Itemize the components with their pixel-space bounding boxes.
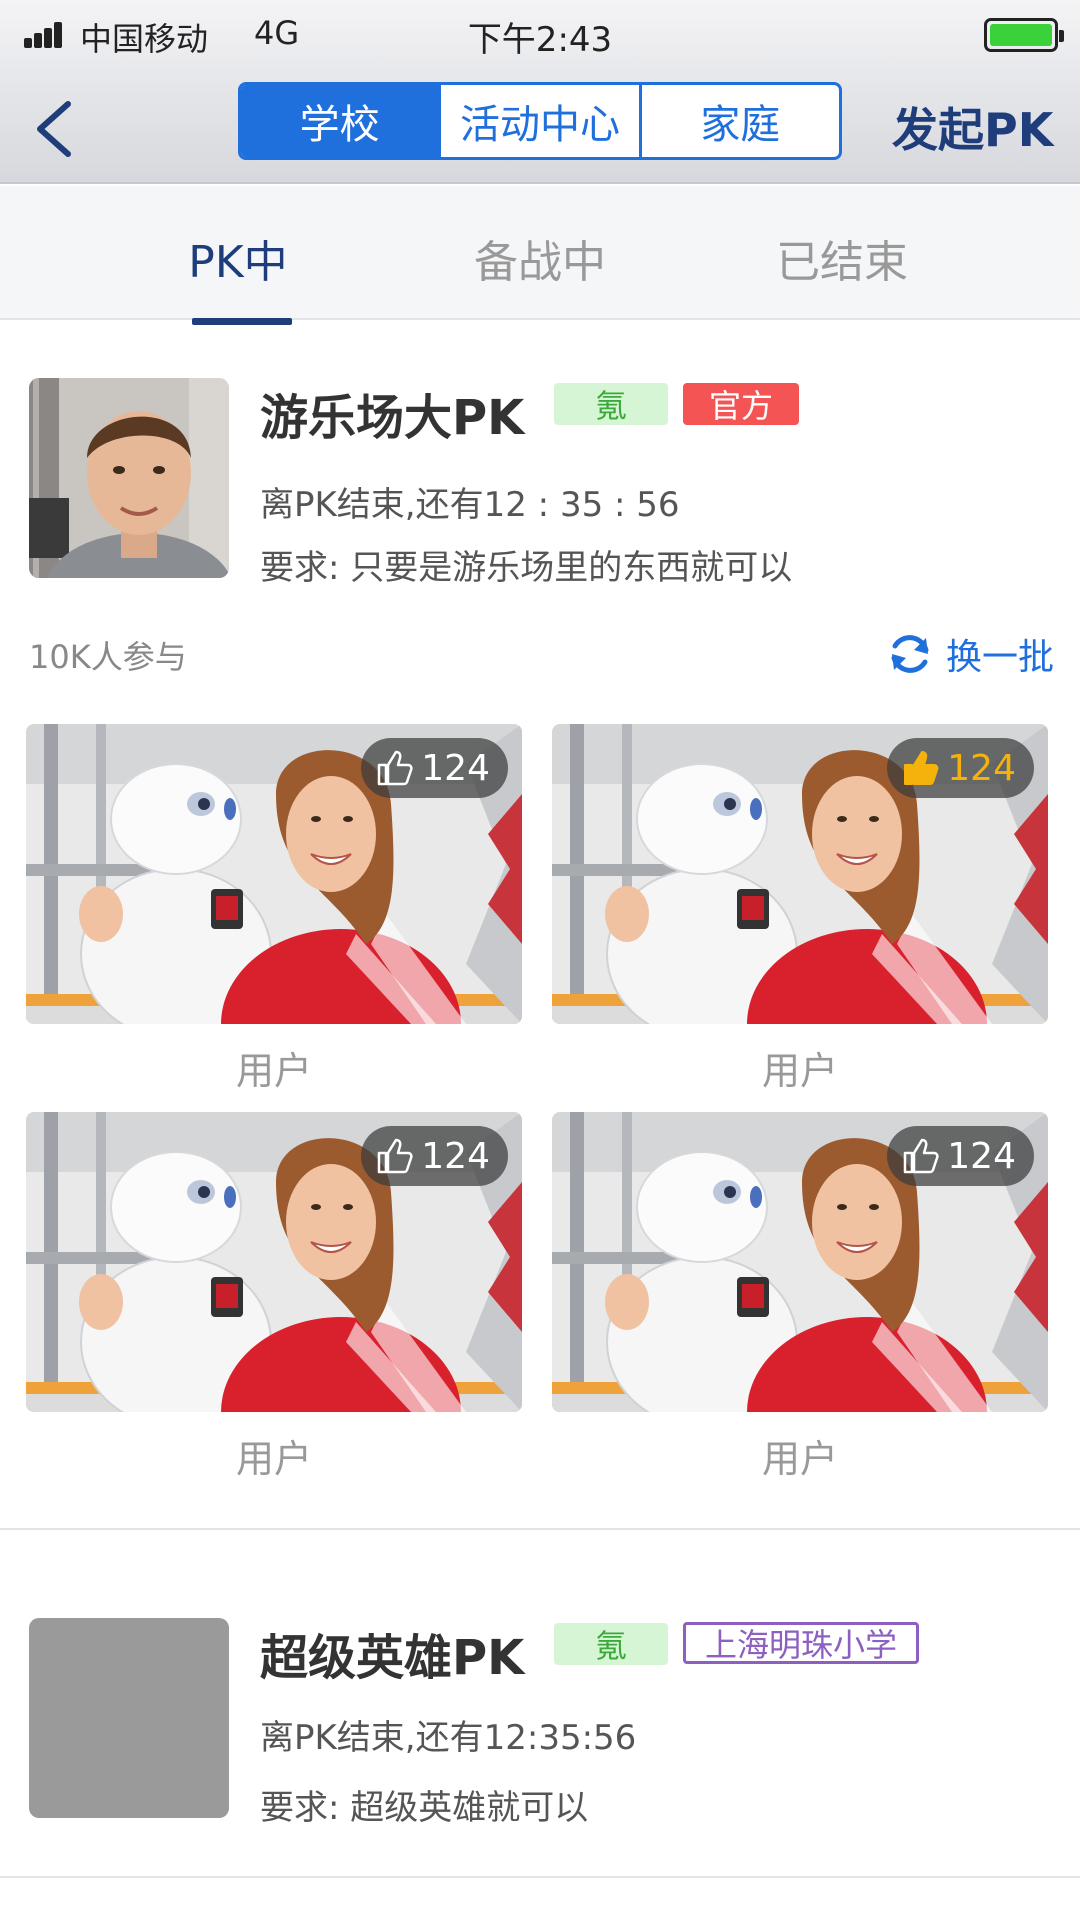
card-divider [0,1876,1080,1878]
refresh-label: 换一批 [946,637,1055,678]
tag-badge: 氪 [554,383,668,425]
entry-photo-1[interactable]: 124 [26,724,522,1024]
school-badge: 上海明珠小学 [683,1622,919,1664]
refresh-batch-button[interactable]: 换一批 [886,628,1054,680]
like-button[interactable]: 124 [361,1126,508,1186]
scope-segmented-control: 学校 活动中心 家庭 [238,82,842,160]
thumbs-up-icon [904,1138,939,1174]
like-count: 124 [421,1135,490,1177]
entry-username: 用户 [235,1437,312,1481]
countdown-text: 离PK结束,还有12:35:56 [260,1718,637,1758]
entry-username: 用户 [235,1049,312,1093]
official-badge: 官方 [683,383,799,425]
status-bar: 中国移动 4G 下午2:43 [0,0,1080,70]
like-count: 124 [947,747,1016,789]
thumbs-up-icon [378,750,413,786]
entry-username: 用户 [761,1437,838,1481]
segment-activity-center[interactable]: 活动中心 [438,85,638,157]
thumbs-up-icon [378,1138,413,1174]
tab-label: 已结束 [776,237,908,288]
participant-count: 10K人参与 [29,638,187,676]
active-tab-indicator [192,318,292,325]
countdown-text: 离PK结束,还有12 : 35 : 56 [260,485,680,525]
like-button-liked[interactable]: 124 [887,738,1034,798]
boy-portrait-image [29,378,229,578]
like-button[interactable]: 124 [361,738,508,798]
chevron-left-icon [37,101,71,157]
pk-title: 游乐场大PK [260,390,525,446]
tab-ended[interactable]: 已结束 [722,226,962,290]
launch-pk-button[interactable]: 发起PK [892,94,1053,160]
segment-school[interactable]: 学校 [241,85,439,157]
entry-photo-3[interactable]: 124 [26,1112,522,1412]
like-button[interactable]: 124 [887,1126,1034,1186]
tab-preparing[interactable]: 备战中 [420,226,660,290]
refresh-icon [891,635,929,673]
battery-icon [984,18,1064,52]
status-time: 下午2:43 [467,20,613,60]
card-divider [0,1528,1080,1530]
tab-in-pk[interactable]: PK中 [118,226,358,325]
entry-photo-2[interactable]: 124 [552,724,1048,1024]
tab-label: PK中 [188,237,288,288]
like-count: 124 [421,747,490,789]
requirement-text: 要求: 只要是游乐场里的东西就可以 [260,548,793,588]
thumbs-up-filled-icon [904,751,939,785]
pk-cover-placeholder[interactable] [29,1618,229,1818]
back-button[interactable] [26,94,86,164]
segment-family[interactable]: 家庭 [638,85,839,157]
status-tabs: PK中 备战中 已结束 [0,186,1080,325]
tag-badge: 氪 [554,1623,668,1665]
tab-label: 备战中 [474,237,606,288]
pk-cover-image[interactable] [29,378,229,578]
top-bar: 中国移动 4G 下午2:43 学校 活动中心 家庭 发起PK [0,0,1080,184]
requirement-text: 要求: 超级英雄就可以 [260,1788,589,1828]
pk-title: 超级英雄PK [260,1630,525,1686]
entry-photo-4[interactable]: 124 [552,1112,1048,1412]
like-count: 124 [947,1135,1016,1177]
entry-username: 用户 [761,1049,838,1093]
